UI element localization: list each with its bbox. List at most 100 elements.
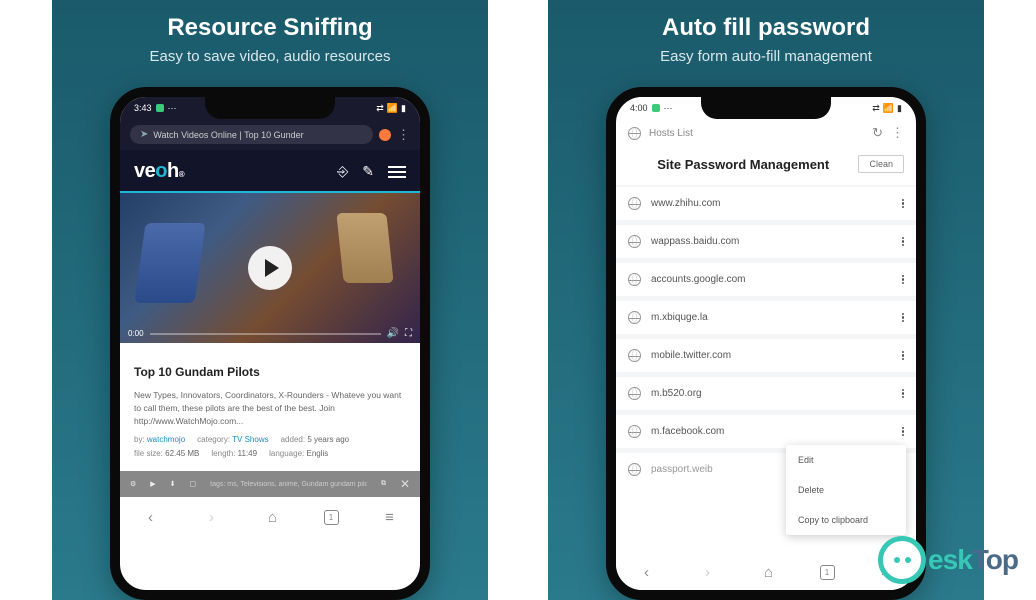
login-icon[interactable]: ⎆: [337, 163, 348, 180]
battery-icon: ▮: [897, 103, 902, 114]
signal-icon: 📶: [883, 103, 894, 114]
signal-icon: 📶: [387, 103, 398, 114]
phone-mockup-left: 3:43 ⋯ ⇄ 📶 ▮ ➤ Watch Videos Online | Top…: [110, 87, 430, 600]
nav-forward[interactable]: ›: [698, 562, 718, 582]
panel-title: Auto fill password: [662, 14, 870, 42]
menu-copy[interactable]: Copy to clipboard: [786, 505, 906, 535]
password-header: Site Password Management Clean: [616, 147, 916, 185]
author-link[interactable]: watchmojo: [147, 435, 185, 444]
resource-toolbar: ⚙ ▶ ⬇ ▢ tags: ms, Televisions, anime, Gu…: [120, 471, 420, 497]
site-row[interactable]: wappass.baidu.com: [616, 225, 916, 258]
send-icon: ➤: [140, 129, 148, 140]
globe-icon: [628, 387, 641, 400]
wifi-icon: ⇄: [872, 103, 880, 114]
refresh-icon[interactable]: ↻: [872, 125, 883, 141]
copy-icon[interactable]: ⧉: [381, 480, 386, 488]
nav-forward[interactable]: ›: [202, 507, 222, 527]
site-row[interactable]: m.facebook.com: [616, 415, 916, 448]
status-time: 3:43: [134, 103, 152, 113]
status-dots: ⋯: [664, 103, 673, 114]
more-icon[interactable]: ⋮: [397, 127, 410, 143]
panel-resource-sniffing: Resource Sniffing Easy to save video, au…: [52, 0, 488, 600]
edit-icon[interactable]: ✎: [362, 163, 374, 180]
status-dots: ⋯: [168, 103, 177, 114]
nav-tabs[interactable]: 1: [324, 510, 339, 525]
menu-edit[interactable]: Edit: [786, 445, 906, 475]
panel-title: Resource Sniffing: [167, 14, 372, 42]
play-button[interactable]: [248, 246, 292, 290]
more-icon[interactable]: ⋮: [891, 125, 904, 141]
download-icon[interactable]: ⬇: [170, 480, 176, 488]
row-menu-icon[interactable]: [902, 427, 905, 437]
row-menu-icon[interactable]: [902, 275, 905, 285]
globe-icon: [628, 197, 641, 210]
settings-icon[interactable]: ⚙: [130, 480, 136, 488]
row-menu-icon[interactable]: [902, 389, 905, 399]
nav-home[interactable]: ⌂: [263, 507, 283, 527]
clean-button[interactable]: Clean: [858, 155, 904, 173]
site-row[interactable]: m.xbiquge.la: [616, 301, 916, 334]
video-time: 0:00: [128, 329, 144, 338]
context-menu: Edit Delete Copy to clipboard: [786, 445, 906, 535]
nav-menu[interactable]: ≡: [380, 507, 400, 527]
fullscreen-icon[interactable]: ⛶: [405, 328, 412, 339]
status-time: 4:00: [630, 103, 648, 113]
tab-indicator[interactable]: [379, 129, 391, 141]
globe-icon: [628, 349, 641, 362]
watermark-logo: eskTop: [878, 536, 1018, 584]
site-row[interactable]: m.b520.org: [616, 377, 916, 410]
phone-notch: [701, 97, 831, 119]
panel-subtitle: Easy form auto-fill management: [660, 48, 872, 65]
globe-icon: [628, 463, 641, 476]
play-small-icon[interactable]: ▶: [150, 480, 155, 488]
article-content: Top 10 Gundam Pilots New Types, Innovato…: [120, 343, 420, 471]
globe-icon: [628, 127, 641, 140]
nav-back[interactable]: ‹: [141, 507, 161, 527]
page-title: Site Password Management: [628, 157, 858, 172]
close-icon[interactable]: ✕: [400, 477, 410, 491]
nav-back[interactable]: ‹: [637, 562, 657, 582]
video-controls: 0:00 🔊 ⛶: [128, 328, 412, 339]
browser-top-bar: Hosts List ↻ ⋮: [616, 119, 916, 147]
watermark-face-icon: [878, 536, 926, 584]
url-text: Watch Videos Online | Top 10 Gunder: [153, 130, 303, 140]
globe-icon: [628, 273, 641, 286]
site-list: www.zhihu.com wappass.baidu.com accounts…: [616, 185, 916, 486]
globe-icon: [628, 425, 641, 438]
bottom-nav: ‹ › ⌂ 1 ≡: [120, 497, 420, 535]
site-row[interactable]: passport.weib Edit Delete Copy to clipbo…: [616, 453, 916, 486]
site-row[interactable]: mobile.twitter.com: [616, 339, 916, 372]
site-row[interactable]: accounts.google.com: [616, 263, 916, 296]
row-menu-icon[interactable]: [902, 199, 905, 209]
row-menu-icon[interactable]: [902, 313, 905, 323]
panel-subtitle: Easy to save video, audio resources: [150, 48, 391, 65]
volume-icon[interactable]: 🔊: [387, 328, 399, 339]
site-row[interactable]: www.zhihu.com: [616, 187, 916, 220]
meta-row-1: by: watchmojo category: TV Shows added: …: [134, 435, 406, 444]
phone-mockup-right: 4:00 ⋯ ⇄ 📶 ▮ Hosts List ↻ ⋮ Site Passwor…: [606, 87, 926, 600]
status-indicator: [652, 104, 660, 112]
video-player[interactable]: 0:00 🔊 ⛶: [120, 193, 420, 343]
cast-icon[interactable]: ▢: [190, 480, 197, 488]
row-menu-icon[interactable]: [902, 237, 905, 247]
progress-bar[interactable]: [150, 333, 381, 335]
bottom-nav: ‹ › ⌂ 1 ≡: [616, 552, 916, 590]
watermark-text: eskTop: [928, 544, 1018, 576]
phone-notch: [205, 97, 335, 119]
url-field[interactable]: ➤ Watch Videos Online | Top 10 Gunder: [130, 125, 373, 144]
nav-home[interactable]: ⌂: [759, 562, 779, 582]
veoh-logo[interactable]: veoh®: [134, 160, 184, 183]
category-link[interactable]: TV Shows: [232, 435, 268, 444]
meta-row-2: file size: 62.45 MB length: 11:49 langua…: [134, 449, 406, 458]
battery-icon: ▮: [401, 103, 406, 114]
menu-icon[interactable]: [388, 166, 406, 178]
menu-delete[interactable]: Delete: [786, 475, 906, 505]
row-menu-icon[interactable]: [902, 351, 905, 361]
article-description: New Types, Innovators, Coordinators, X-R…: [134, 389, 406, 427]
resource-tags: tags: ms, Televisions, anime, Gundam gun…: [210, 481, 367, 488]
wifi-icon: ⇄: [376, 103, 384, 114]
page-label: Hosts List: [649, 128, 864, 139]
nav-tabs[interactable]: 1: [820, 565, 835, 580]
article-title: Top 10 Gundam Pilots: [134, 365, 406, 379]
site-header: veoh® ⎆ ✎: [120, 150, 420, 193]
